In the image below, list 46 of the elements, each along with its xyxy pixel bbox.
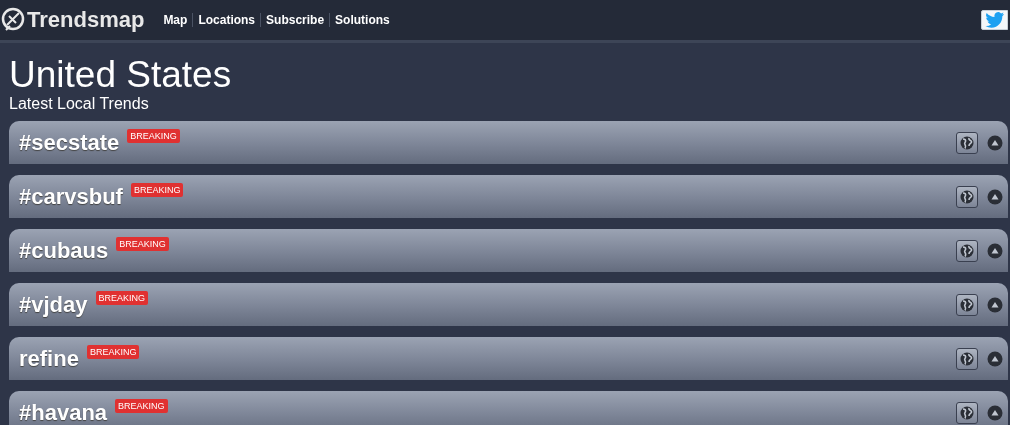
trend-label[interactable]: #carvsbuf: [19, 183, 123, 210]
breaking-badge: BREAKING: [127, 129, 180, 143]
collapse-icon[interactable]: [987, 350, 1003, 367]
page-title: United States: [9, 55, 233, 95]
twitter-button[interactable]: [981, 10, 1008, 30]
nav-link[interactable]: Subscribe: [261, 13, 330, 27]
globe-button[interactable]: [956, 131, 978, 154]
breaking-badge: BREAKING: [115, 399, 168, 413]
nav-link[interactable]: Locations: [193, 13, 261, 27]
trend-bar[interactable]: #cubaus BREAKING: [9, 229, 1008, 272]
nav-link[interactable]: Solutions: [330, 13, 395, 27]
globe-button[interactable]: [956, 347, 978, 370]
collapse-icon[interactable]: [987, 134, 1003, 151]
breaking-badge: BREAKING: [116, 237, 169, 251]
globe-button[interactable]: [956, 293, 978, 316]
trend-bar[interactable]: #vjday BREAKING: [9, 283, 1008, 326]
globe-icon: [960, 243, 974, 258]
globe-icon: [960, 405, 974, 420]
page-subtitle: Latest Local Trends: [9, 95, 150, 113]
trend-bar[interactable]: #carvsbuf BREAKING: [9, 175, 1008, 218]
globe-button[interactable]: [956, 401, 978, 424]
breaking-badge: BREAKING: [95, 291, 148, 305]
globe-icon: [960, 135, 974, 150]
trend-label[interactable]: #havana: [19, 399, 108, 425]
breaking-badge: BREAKING: [86, 345, 140, 359]
trend-bar[interactable]: refine BREAKING: [9, 337, 1008, 380]
globe-icon: [960, 297, 974, 312]
breaking-badge: BREAKING: [130, 183, 184, 197]
logo-text[interactable]: Trendsmap: [27, 7, 145, 33]
bird-icon: [984, 12, 1005, 28]
nav-link[interactable]: Map: [163, 13, 193, 27]
trend-label[interactable]: #secstate: [19, 129, 120, 156]
globe-button[interactable]: [956, 239, 978, 262]
trend-bar[interactable]: #havana BREAKING: [9, 391, 1008, 425]
collapse-icon[interactable]: [987, 242, 1003, 259]
trend-bar[interactable]: #secstate BREAKING: [9, 121, 1008, 164]
globe-icon: [960, 189, 974, 204]
collapse-icon[interactable]: [987, 296, 1003, 313]
trend-label[interactable]: #vjday: [19, 291, 88, 318]
trend-label[interactable]: #cubaus: [19, 237, 109, 264]
collapse-icon[interactable]: [987, 404, 1003, 421]
collapse-icon[interactable]: [987, 188, 1003, 205]
logo-icon: [1, 7, 25, 33]
globe-button[interactable]: [956, 185, 978, 208]
trend-label[interactable]: refine: [19, 345, 79, 372]
globe-icon: [960, 351, 974, 366]
